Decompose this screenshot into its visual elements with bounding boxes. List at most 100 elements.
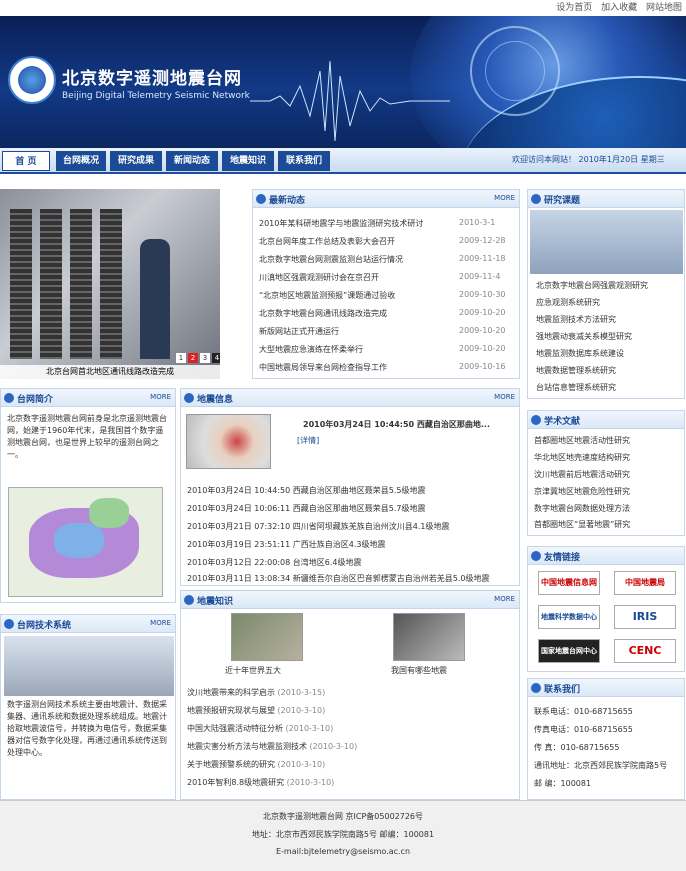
- tab-knowledge[interactable]: 地震知识: [222, 151, 274, 171]
- slide-page-3[interactable]: 3: [200, 353, 210, 363]
- news-more-link[interactable]: MORE: [494, 194, 515, 202]
- knowledge-item[interactable]: 地震预报研究现状与展望 (2010-3-10): [187, 705, 517, 716]
- research-item[interactable]: 地震数据管理系统研究: [536, 365, 682, 376]
- knowledge-thumb-1-caption[interactable]: 近十年世界五大: [225, 665, 281, 676]
- intro-text: 北京数字遥测地震台网前身是北京遥测地震台网，始建于1960年代末，是我国首个数字…: [7, 414, 167, 459]
- research-item[interactable]: 地震监测技术方法研究: [536, 314, 682, 325]
- knowledge-item[interactable]: 地震灾害分析方法与地震监测技术 (2010-3-10): [187, 741, 517, 752]
- tab-news[interactable]: 新闻动态: [166, 151, 218, 171]
- quake-item[interactable]: 2010年03月24日 10:44:50 西藏自治区那曲地区聂荣县5.5级地震: [187, 485, 517, 496]
- footer-address: 地址：北京市西郊民族学院南路5号 邮编：100081: [251, 830, 435, 839]
- news-bullet-icon: [256, 194, 266, 204]
- research-item[interactable]: 强地震动衰减关系模型研究: [536, 331, 682, 342]
- quake-item[interactable]: 2010年03月11日 13:08:34 新疆维吾尔自治区巴音郭楞蒙古自治州若羌…: [187, 573, 517, 584]
- contact-address: 通讯地址：北京西郊民族学院南路5号: [534, 761, 668, 770]
- contact-title: 联系我们: [544, 685, 581, 695]
- news-item[interactable]: 新版网站正式开通运行 2009-10-20: [259, 326, 515, 337]
- tab-contact[interactable]: 联系我们: [278, 151, 330, 171]
- quake-more-link[interactable]: MORE: [494, 393, 515, 401]
- contact-bullet-icon: [531, 683, 541, 693]
- intro-more-link[interactable]: MORE: [150, 393, 171, 401]
- contact-phone-2: 传真电话：010-68715655: [534, 725, 633, 734]
- knowledge-item[interactable]: 关于地震预警系统的研究 (2010-3-10): [187, 759, 517, 770]
- paper-item[interactable]: 首都圈地区地震活动性研究: [534, 435, 680, 446]
- link-logo-data-center[interactable]: 地震科学数据中心: [538, 605, 600, 629]
- knowledge-title: 地震知识: [197, 597, 234, 607]
- knowledge-item[interactable]: 2010年智利8.8级地震研究 (2010-3-10): [187, 777, 517, 788]
- quake-bullet-icon: [184, 393, 194, 403]
- quake-headline[interactable]: 2010年03月24日 10:44:50 西藏自治区那曲地...: [303, 419, 515, 430]
- paper-item[interactable]: 首都圈地区“显著地震”研究: [534, 519, 680, 530]
- slide-page-2[interactable]: 2: [188, 353, 198, 363]
- news-item[interactable]: 北京数字地震台网通讯线路改造完成 2009-10-20: [259, 308, 515, 319]
- quake-item[interactable]: 2010年03月24日 10:06:11 西藏自治区那曲地区聂荣县5.7级地震: [187, 503, 517, 514]
- paper-item[interactable]: 数字地震台网数据处理方法: [534, 503, 680, 514]
- paper-item[interactable]: 京津冀地区地震危险性研究: [534, 486, 680, 497]
- tech-text: 数字遥测台网技术系统主要由地震计、数据采集器、通讯系统和数据处理系统组成。地震计…: [7, 700, 167, 757]
- footer-email[interactable]: E-mail:bjtelemetry@seismo.ac.cn: [0, 847, 686, 856]
- quake-map-thumbnail[interactable]: [186, 414, 271, 469]
- site-logo[interactable]: [8, 56, 56, 104]
- knowledge-thumb-2[interactable]: [393, 613, 465, 661]
- news-item[interactable]: 北京台网年度工作总结及表彰大会召开 2009-12-28: [259, 236, 515, 247]
- research-item[interactable]: 台站信息管理系统研究: [536, 382, 682, 393]
- knowledge-bullet-icon: [184, 595, 194, 605]
- link-logo-cea[interactable]: 中国地震局: [614, 571, 676, 595]
- news-item[interactable]: 2010年某科研地震学与地震监测研究技术研讨 2010-3-1: [259, 218, 515, 229]
- paper-item[interactable]: 汶川地震前后地震活动研究: [534, 469, 680, 480]
- research-item[interactable]: 北京数字地震台网强震观测研究: [536, 280, 682, 291]
- slide-page-1[interactable]: 1: [176, 353, 186, 363]
- site-title: 北京数字遥测地震台网: [62, 69, 242, 89]
- knowledge-item[interactable]: 汶川地震带来的科学启示 (2010-3-15): [187, 687, 517, 698]
- contact-phone: 联系电话：010-68715655: [534, 707, 633, 716]
- link-logo-cenc[interactable]: CENC: [614, 639, 676, 663]
- research-item[interactable]: 应急观测系统研究: [536, 297, 682, 308]
- welcome-date: 欢迎访问本网站！ 2010年1月20日 星期三: [512, 155, 665, 164]
- link-logo-seis-info[interactable]: 中国地震信息网: [538, 571, 600, 595]
- news-item[interactable]: 大型地震应急演练在怀柔举行 2009-10-20: [259, 344, 515, 355]
- news-panel: 最新动态 MORE 2010年某科研地震学与地震监测研究技术研讨 2010-3-1 …: [252, 189, 520, 379]
- knowledge-panel: 地震知识 MORE 近十年世界五大 我国有哪些地震 汶川地震带来的科学启示 (20…: [180, 590, 520, 800]
- links-panel: 友情链接 中国地震信息网 中国地震局 地震科学数据中心 IRIS 国家地震台网中…: [527, 546, 685, 672]
- quake-item[interactable]: 2010年03月12日 22:00:08 台湾地区6.4级地震: [187, 557, 517, 568]
- footer: 北京数字遥测地震台网 京ICP备05002726号 地址：北京市西郊民族学院南路…: [0, 800, 686, 871]
- links-title: 友情链接: [544, 553, 581, 563]
- sitemap-link[interactable]: 网站地图: [646, 3, 682, 13]
- add-favorite-link[interactable]: 加入收藏: [601, 3, 637, 13]
- set-homepage-link[interactable]: 设为首页: [556, 3, 592, 13]
- tab-overview[interactable]: 台网概况: [56, 151, 106, 171]
- research-item[interactable]: 地震监测数据库系统建设: [536, 348, 682, 359]
- quake-item[interactable]: 2010年03月19日 23:51:11 广西壮族自治区4.3级地震: [187, 539, 517, 550]
- tech-bullet-icon: [4, 619, 14, 629]
- news-item[interactable]: 中国地震局领导来台网检查指导工作 2009-10-16: [259, 362, 515, 373]
- intro-title: 台网简介: [17, 395, 54, 405]
- link-logo-iris[interactable]: IRIS: [614, 605, 676, 629]
- link-logo-cenc-center[interactable]: 国家地震台网中心: [538, 639, 600, 663]
- tab-home[interactable]: 首 页: [2, 151, 50, 171]
- links-bullet-icon: [531, 551, 541, 561]
- main-nav: 首 页 台网概况 研究成果 新闻动态 地震知识 联系我们 欢迎访问本网站！ 20…: [0, 148, 686, 174]
- photo-caption[interactable]: 北京台网首北地区通讯线路改造完成: [0, 365, 220, 379]
- tab-research[interactable]: 研究成果: [110, 151, 162, 171]
- feature-photo[interactable]: 1 2 3 4 北京台网首北地区通讯线路改造完成: [0, 189, 220, 379]
- tech-title: 台网技术系统: [17, 621, 72, 631]
- knowledge-thumb-2-caption[interactable]: 我国有哪些地震: [391, 665, 447, 676]
- research-bullet-icon: [531, 194, 541, 204]
- slide-page-4[interactable]: 4: [212, 353, 220, 363]
- news-item[interactable]: “北京地区地震监测预报”课题通过验收 2009-10-30: [259, 290, 515, 301]
- contact-zip: 邮 编：100081: [534, 779, 592, 788]
- paper-item[interactable]: 华北地区地壳速度结构研究: [534, 452, 680, 463]
- tech-more-link[interactable]: MORE: [150, 619, 171, 627]
- beijing-map[interactable]: [8, 487, 163, 597]
- papers-title: 学术文献: [544, 417, 581, 427]
- knowledge-thumb-1[interactable]: [231, 613, 303, 661]
- news-item[interactable]: 川滇地区强震观测研讨会在京召开 2009-11-4: [259, 272, 515, 283]
- knowledge-item[interactable]: 中国大陆强震活动特征分析 (2010-3-10): [187, 723, 517, 734]
- quake-detail-link[interactable]: [详情]: [297, 435, 319, 446]
- footer-copyright: 北京数字遥测地震台网 京ICP备05002726号: [262, 812, 424, 821]
- quake-title: 地震信息: [197, 395, 234, 405]
- knowledge-more-link[interactable]: MORE: [494, 595, 515, 603]
- quake-item[interactable]: 2010年03月21日 07:32:10 四川省阿坝藏族羌族自治州汶川县4.1级…: [187, 521, 517, 532]
- news-item[interactable]: 北京数字地震台网测震监测台站运行情况 2009-11-18: [259, 254, 515, 265]
- news-title: 最新动态: [269, 196, 306, 206]
